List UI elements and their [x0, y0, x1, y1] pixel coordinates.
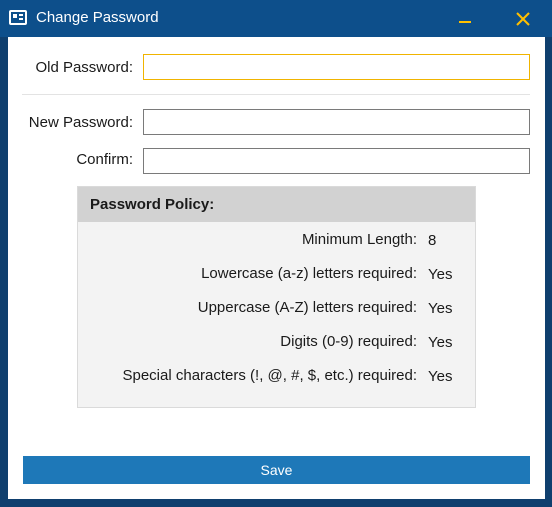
- policy-header: Password Policy:: [78, 187, 475, 222]
- new-password-field[interactable]: [143, 109, 530, 135]
- confirm-password-field[interactable]: [143, 148, 530, 174]
- close-icon: [516, 12, 530, 26]
- new-password-label: New Password:: [28, 114, 133, 131]
- confirm-label: Confirm:: [76, 151, 133, 168]
- rule-special-label: Special characters (!, @, #, $, etc.) re…: [122, 367, 417, 384]
- close-button[interactable]: [505, 0, 545, 37]
- minimize-icon: [459, 21, 471, 23]
- minimize-button[interactable]: [448, 0, 488, 37]
- password-policy-panel: Password Policy: Minimum Length: 8 Lower…: [77, 186, 476, 408]
- rule-uppercase-label: Uppercase (A-Z) letters required:: [197, 299, 417, 316]
- policy-title: Password Policy:: [90, 196, 215, 213]
- title-bar[interactable]: Change Password: [0, 0, 552, 37]
- dialog-body: Old Password: New Password: Confirm: Pas…: [8, 37, 545, 499]
- change-password-window: Change Password Old Password: New Passwo…: [0, 0, 552, 507]
- rule-lowercase-label: Lowercase (a-z) letters required:: [201, 265, 417, 282]
- rule-lowercase-value: Yes: [428, 266, 453, 283]
- rule-digits-label: Digits (0-9) required:: [280, 333, 417, 350]
- rule-digits-value: Yes: [428, 334, 453, 351]
- rule-uppercase-value: Yes: [428, 300, 453, 317]
- rule-min-length-label: Minimum Length:: [301, 231, 417, 248]
- window-title: Change Password: [36, 9, 159, 26]
- old-password-field[interactable]: [143, 54, 530, 80]
- save-button[interactable]: Save: [23, 456, 530, 484]
- divider: [22, 94, 530, 95]
- app-icon: [9, 10, 27, 25]
- old-password-label: Old Password:: [35, 59, 133, 76]
- rule-min-length-value: 8: [428, 232, 437, 249]
- rule-special-value: Yes: [428, 368, 453, 385]
